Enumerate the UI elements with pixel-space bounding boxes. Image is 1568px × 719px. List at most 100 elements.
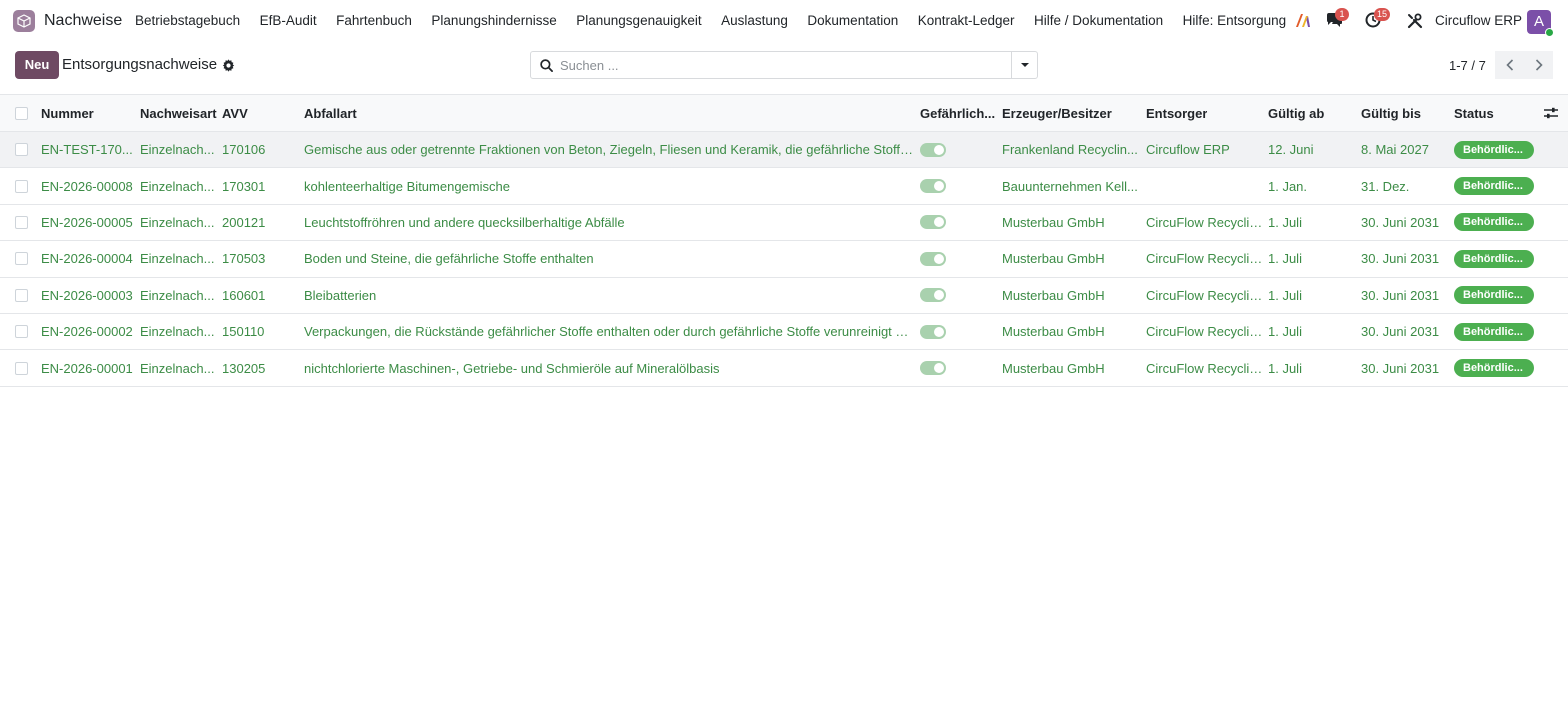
cell-nachweisart: Einzelnach... — [140, 251, 215, 267]
cell-status: Behördlic... — [1454, 314, 1538, 349]
chevron-right-icon — [1535, 59, 1543, 71]
optional-columns-toggle[interactable] — [1544, 95, 1560, 131]
column-header-erzeuger[interactable]: Erzeuger/Besitzer — [1002, 95, 1142, 131]
menu-item-auslastung[interactable]: Auslastung — [721, 13, 788, 28]
row-checkbox[interactable] — [15, 143, 28, 157]
row-checkbox[interactable] — [15, 288, 28, 302]
menu-item-kontrakt-ledger[interactable]: Kontrakt-Ledger — [918, 13, 1015, 28]
column-header-nachweisart[interactable]: Nachweisart — [140, 95, 218, 131]
cell-gueltig-ab: 1. Juli — [1268, 324, 1302, 340]
column-header-gefaehrlich[interactable]: Gefährlich... — [920, 95, 998, 131]
status-badge: Behördlic... — [1454, 213, 1534, 232]
gefaehrlich-toggle — [920, 288, 946, 303]
top-navbar: Nachweise Betriebstagebuch EfB-Audit Fah… — [0, 0, 1568, 42]
menu-item-betriebstagebuch[interactable]: Betriebstagebuch — [135, 13, 240, 28]
column-header-gueltig-ab[interactable]: Gültig ab — [1268, 95, 1358, 131]
table-row[interactable]: EN-2026-00002 Einzelnach... 150110 Verpa… — [0, 314, 1568, 351]
cell-nachweisart: Einzelnach... — [140, 360, 215, 376]
activity-clock-icon[interactable]: 15 — [1365, 8, 1391, 31]
row-checkbox[interactable] — [15, 325, 28, 339]
cell-avv: 170503 — [222, 251, 266, 267]
cell-gefaehrlich — [920, 350, 998, 385]
search-input[interactable] — [560, 53, 1010, 77]
gefaehrlich-toggle — [920, 361, 946, 376]
menu-item-hilfe-dokumentation[interactable]: Hilfe / Dokumentation — [1034, 13, 1163, 28]
gefaehrlich-toggle — [920, 179, 946, 194]
cell-abfallart: Leuchtstoffröhren und andere quecksilber… — [304, 214, 625, 230]
cell-gefaehrlich — [920, 132, 998, 167]
menu-item-hilfe-entsorgung[interactable]: Hilfe: Entsorgung — [1183, 13, 1287, 28]
menu-item-fahrtenbuch[interactable]: Fahrtenbuch — [336, 13, 412, 28]
column-header-status[interactable]: Status — [1454, 95, 1534, 131]
status-badge: Behördlic... — [1454, 286, 1534, 305]
menu-item-efb-audit[interactable]: EfB-Audit — [260, 13, 317, 28]
app-name[interactable]: Nachweise — [44, 12, 122, 30]
pager-previous-button[interactable] — [1495, 51, 1524, 79]
menu-item-dokumentation[interactable]: Dokumentation — [807, 13, 898, 28]
cell-gueltig-ab: 12. Juni — [1268, 142, 1314, 158]
cell-avv: 170106 — [222, 142, 266, 158]
menu-item-planungsgenauigkeit[interactable]: Planungsgenauigkeit — [576, 13, 701, 28]
search-options-toggle[interactable] — [1011, 52, 1037, 78]
status-badge: Behördlic... — [1454, 322, 1534, 341]
cell-erzeuger: Bauunternehmen Kell... — [1002, 178, 1138, 194]
row-checkbox[interactable] — [15, 252, 28, 266]
cell-gueltig-bis: 31. Dez. — [1361, 178, 1410, 194]
new-button[interactable]: Neu — [15, 51, 59, 79]
cell-status: Behördlic... — [1454, 278, 1538, 313]
cell-avv: 200121 — [222, 214, 266, 230]
messages-icon[interactable]: 1 — [1325, 8, 1349, 32]
table-row[interactable]: EN-2026-00001 Einzelnach... 130205 nicht… — [0, 350, 1568, 387]
cell-nummer: EN-2026-00003 — [41, 287, 133, 303]
table-header-row: Nummer Nachweisart AVV Abfallart Gefährl… — [0, 94, 1568, 132]
table-row[interactable]: EN-2026-00004 Einzelnach... 170503 Boden… — [0, 241, 1568, 278]
column-header-abfallart[interactable]: Abfallart — [304, 95, 914, 131]
cell-nummer: EN-2026-00004 — [41, 251, 133, 267]
online-status-dot — [1545, 28, 1554, 37]
row-checkbox[interactable] — [15, 215, 28, 229]
cell-abfallart: Boden und Steine, die gefährliche Stoffe… — [304, 251, 594, 267]
cell-gefaehrlich — [920, 168, 998, 203]
menu-item-planungshindernisse[interactable]: Planungshindernisse — [431, 13, 556, 28]
cell-erzeuger: Musterbau GmbH — [1002, 360, 1105, 376]
cell-entsorger: CircuFlow Recyclin... — [1146, 324, 1264, 340]
user-avatar[interactable]: A — [1527, 10, 1554, 37]
cell-avv: 160601 — [222, 287, 266, 303]
column-header-nummer[interactable]: Nummer — [41, 95, 136, 131]
cell-gueltig-ab: 1. Juli — [1268, 214, 1302, 230]
row-checkbox[interactable] — [15, 179, 28, 193]
cell-abfallart: Bleibatterien — [304, 287, 377, 303]
column-header-avv[interactable]: AVV — [222, 95, 300, 131]
cell-gueltig-bis: 30. Juni 2031 — [1361, 251, 1440, 267]
cell-abfallart: kohlenteerhaltige Bitumengemische — [304, 178, 510, 194]
gefaehrlich-toggle — [920, 324, 946, 339]
cell-nachweisart: Einzelnach... — [140, 178, 215, 194]
status-badge: Behördlic... — [1454, 359, 1534, 378]
status-badge: Behördlic... — [1454, 140, 1534, 159]
company-switcher[interactable]: Circuflow ERP — [1435, 13, 1522, 28]
pager-value[interactable]: 1-7 / 7 — [1449, 58, 1486, 73]
app-cube-icon[interactable] — [13, 10, 35, 32]
cell-entsorger: CircuFlow Recyclin... — [1146, 214, 1264, 230]
cell-entsorger — [1146, 168, 1264, 203]
cell-entsorger: CircuFlow Recyclin... — [1146, 251, 1264, 267]
pager-next-button[interactable] — [1524, 51, 1553, 79]
cell-gefaehrlich — [920, 205, 998, 240]
column-header-gueltig-bis[interactable]: Gültig bis — [1361, 95, 1451, 131]
table-row[interactable]: EN-2026-00003 Einzelnach... 160601 Bleib… — [0, 278, 1568, 314]
gear-icon[interactable] — [222, 59, 235, 75]
cell-status: Behördlic... — [1454, 132, 1538, 167]
ai-logo-icon[interactable] — [1294, 12, 1311, 32]
tools-icon[interactable] — [1407, 13, 1423, 32]
select-all-checkbox[interactable] — [15, 106, 28, 120]
cell-entsorger: CircuFlow Recyclin... — [1146, 360, 1264, 376]
row-checkbox[interactable] — [15, 361, 28, 375]
column-header-entsorger[interactable]: Entsorger — [1146, 95, 1264, 131]
gefaehrlich-toggle — [920, 251, 946, 266]
cell-gueltig-ab: 1. Juli — [1268, 360, 1302, 376]
table-row[interactable]: EN-TEST-170... Einzelnach... 170106 Gemi… — [0, 132, 1568, 169]
messages-badge: 1 — [1335, 8, 1349, 21]
table-row[interactable]: EN-2026-00008 Einzelnach... 170301 kohle… — [0, 168, 1568, 205]
cell-abfallart: Gemische aus oder getrennte Fraktionen v… — [304, 142, 914, 158]
table-row[interactable]: EN-2026-00005 Einzelnach... 200121 Leuch… — [0, 205, 1568, 242]
